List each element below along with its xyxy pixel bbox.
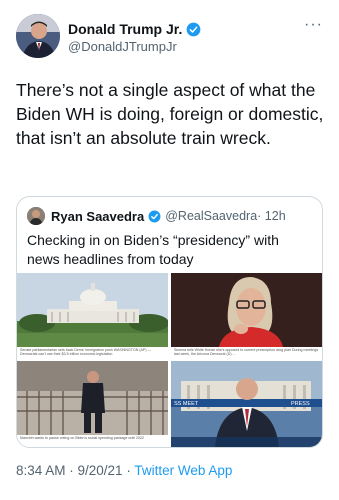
source-app-link[interactable]: Twitter Web App xyxy=(134,463,232,478)
verified-badge-icon xyxy=(186,22,201,36)
author-handle[interactable]: @DonaldJTrumpJr xyxy=(68,38,201,56)
quoted-handle[interactable]: @RealSaavedra xyxy=(165,209,257,223)
tweet-header: Donald Trump Jr. @DonaldJTrumpJr ··· xyxy=(16,14,323,64)
tweet-timestamp[interactable]: 8:34 AM · 9/20/21 · xyxy=(16,463,134,478)
senator-photo[interactable]: Sinema tells White House she's opposed t… xyxy=(171,273,322,359)
tweet-footer: 8:34 AM · 9/20/21 · Twitter Web App xyxy=(16,463,232,478)
image-caption: Manchin wants to pause voting on Biden's… xyxy=(17,435,168,447)
quoted-verified-badge-icon xyxy=(148,210,161,222)
tv-news-photo[interactable]: SS MEET PRESS xyxy=(171,361,322,447)
quoted-tweet[interactable]: Ryan Saavedra @RealSaavedra · 12h Checki… xyxy=(16,196,323,448)
media-grid: Senate parliamentarian sets back Dems' i… xyxy=(17,273,322,447)
stairs-photo[interactable]: Manchin wants to pause voting on Biden's… xyxy=(17,361,168,447)
svg-text:PRESS: PRESS xyxy=(291,401,310,407)
image-caption: Sinema tells White House she's opposed t… xyxy=(171,347,322,359)
quoted-display-name[interactable]: Ryan Saavedra xyxy=(51,209,144,224)
tweet-text: There’s not a single aspect of what the … xyxy=(16,80,324,148)
image-caption: Senate parliamentarian sets back Dems' i… xyxy=(17,347,168,359)
svg-text:SS MEET: SS MEET xyxy=(174,401,199,407)
quoted-author-avatar[interactable] xyxy=(27,207,45,225)
author-avatar[interactable] xyxy=(16,14,60,58)
capitol-photo[interactable]: Senate parliamentarian sets back Dems' i… xyxy=(17,273,168,359)
author-display-name[interactable]: Donald Trump Jr. xyxy=(68,20,182,38)
more-options-icon[interactable]: ··· xyxy=(304,16,323,34)
quoted-text: Checking in on Biden’s “presidency” with… xyxy=(27,232,279,267)
quoted-time: · 12h xyxy=(257,209,286,223)
